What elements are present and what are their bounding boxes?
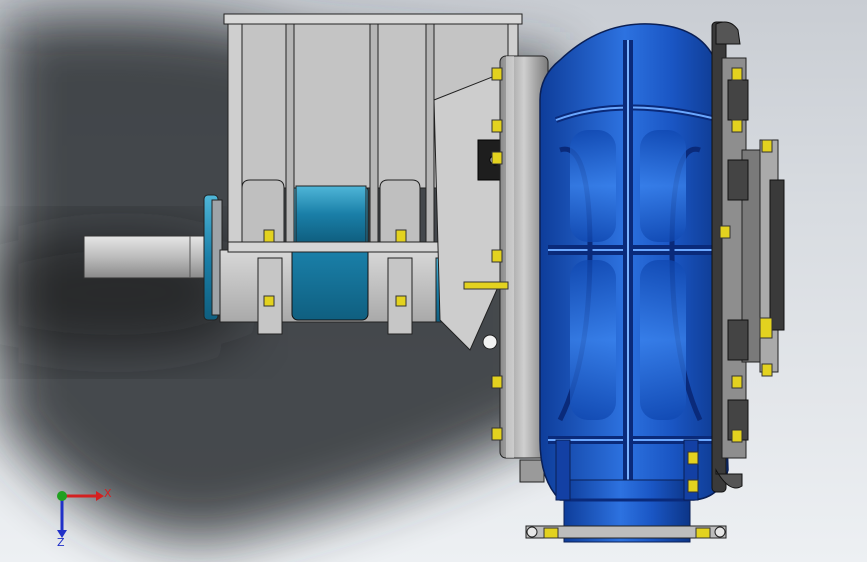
- suction-cover[interactable]: [711, 21, 785, 493]
- pump-assembly[interactable]: [0, 0, 867, 562]
- graphics-viewport[interactable]: X Y Z: [0, 0, 867, 562]
- x-axis-label: X: [104, 487, 112, 500]
- coordinate-triad: X Y Z: [40, 480, 120, 550]
- z-axis-label: Z: [57, 536, 65, 549]
- y-axis-dot: [57, 491, 67, 501]
- x-axis-arrowhead: [96, 491, 104, 501]
- pump-casing[interactable]: [539, 23, 729, 543]
- drive-shaft[interactable]: [83, 235, 215, 279]
- bearing-end-cover[interactable]: [203, 194, 223, 321]
- discharge-flange[interactable]: [525, 525, 727, 539]
